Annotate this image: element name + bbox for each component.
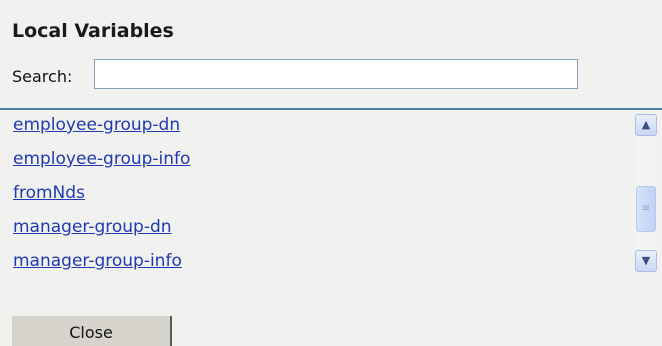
- scrollbar-thumb[interactable]: ≡: [636, 186, 656, 232]
- list-item[interactable]: manager-group-info: [0, 246, 630, 280]
- list-item[interactable]: manager-group-dn: [0, 212, 630, 246]
- close-button[interactable]: Close: [12, 316, 172, 346]
- list-item[interactable]: fromNds: [0, 178, 630, 212]
- scroll-down-button[interactable]: ▼: [635, 250, 657, 272]
- vertical-scrollbar[interactable]: ▲ ≡ ▼: [635, 114, 657, 272]
- list-item[interactable]: employee-group-dn: [0, 110, 630, 144]
- scroll-up-button[interactable]: ▲: [635, 114, 657, 136]
- search-input[interactable]: [94, 59, 578, 89]
- list-item[interactable]: employee-group-info: [0, 144, 630, 178]
- variables-list: employee-group-dn employee-group-info fr…: [0, 110, 630, 280]
- search-label: Search:: [12, 67, 73, 86]
- dialog-title: Local Variables: [12, 20, 174, 42]
- chevron-down-icon: ▼: [641, 254, 651, 267]
- chevron-up-icon: ▲: [641, 118, 651, 131]
- grip-icon: ≡: [641, 203, 651, 214]
- variables-list-panel: employee-group-dn employee-group-info fr…: [0, 108, 662, 278]
